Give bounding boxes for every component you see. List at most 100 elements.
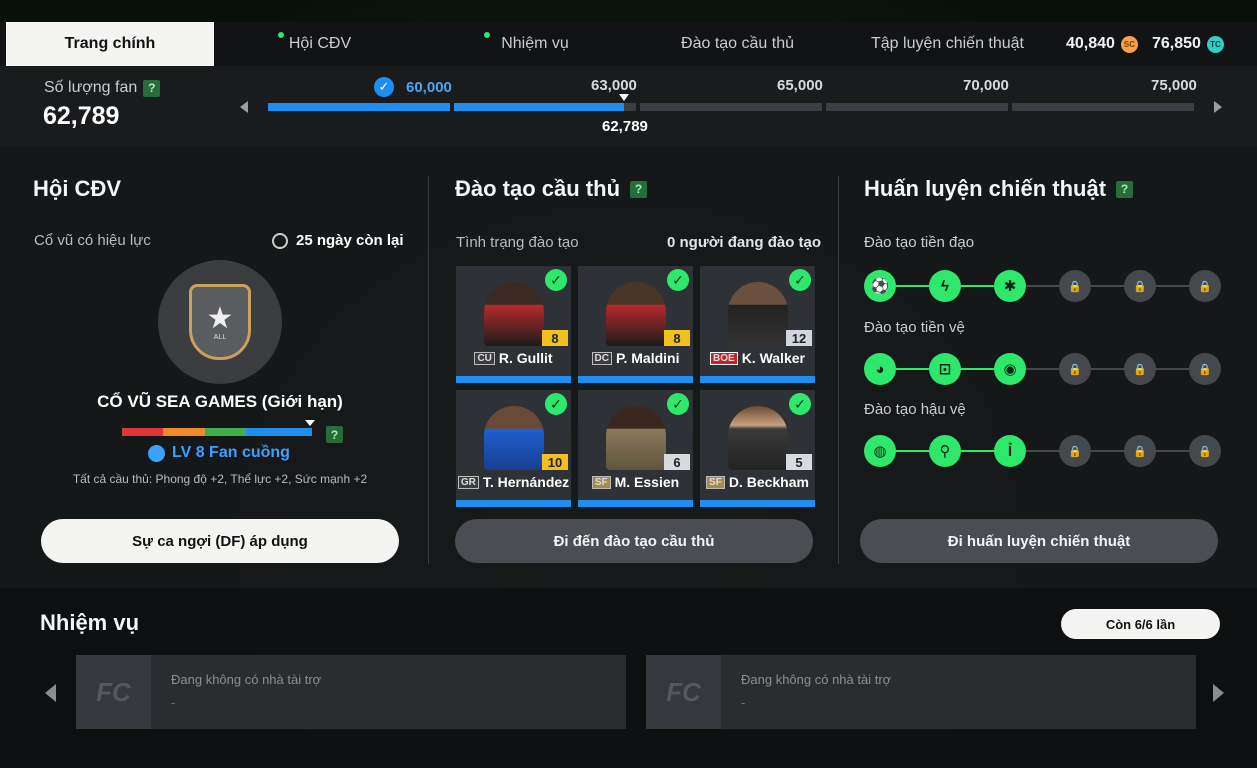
tactic-skill-icon[interactable]: ✱ bbox=[994, 270, 1026, 302]
currency-sc-value: 40,840 bbox=[1066, 35, 1115, 52]
tactic-connector bbox=[1026, 368, 1059, 370]
tactic-row-label: Đào tạo hậu vệ bbox=[864, 401, 966, 418]
player-name: M. Essien bbox=[614, 474, 680, 490]
missions-remaining-button[interactable]: Còn 6/6 lần bbox=[1061, 609, 1220, 639]
tactic-skill-icon[interactable]: ϟ bbox=[929, 270, 961, 302]
progress-segment bbox=[624, 103, 636, 111]
player-name: R. Gullit bbox=[498, 350, 553, 366]
currency-tc: 76,850 TC bbox=[1152, 22, 1224, 66]
help-icon[interactable]: ? bbox=[1116, 180, 1134, 198]
tactic-row-label: Đào tạo tiền đạo bbox=[864, 234, 975, 251]
chevron-left-icon[interactable] bbox=[45, 684, 56, 702]
currency-tc-value: 76,850 bbox=[1152, 35, 1201, 52]
apply-praise-button[interactable]: Sự ca ngợi (DF) áp dụng bbox=[41, 519, 399, 563]
tactic-skill-icon[interactable]: ◍ bbox=[864, 435, 896, 467]
star-shield-icon: ★ ALL bbox=[189, 284, 251, 360]
player-progress-bar bbox=[700, 500, 815, 507]
progress-segment bbox=[640, 103, 822, 111]
progress-segment bbox=[1012, 103, 1194, 111]
tactics-training-title: Huấn luyện chiến thuật ? bbox=[864, 176, 1134, 202]
milestone-1: ✓ 60,000 bbox=[374, 77, 452, 97]
tactic-connector bbox=[1091, 368, 1124, 370]
tactic-skill-icon[interactable]: ◕ bbox=[864, 353, 896, 385]
chevron-left-icon[interactable] bbox=[240, 101, 248, 113]
tactic-connector bbox=[1156, 285, 1189, 287]
player-card[interactable]: ✓ 10 GR T. Hernández bbox=[456, 390, 571, 507]
smile-icon bbox=[148, 444, 165, 462]
fan-count-label: Số lượng fan ? bbox=[44, 79, 161, 97]
lock-icon[interactable]: 🔒 bbox=[1059, 435, 1091, 467]
help-icon[interactable]: ? bbox=[630, 180, 648, 198]
player-progress-bar bbox=[578, 500, 693, 507]
tactic-connector bbox=[1026, 450, 1059, 452]
tab-missions[interactable]: Nhiệm vụ bbox=[480, 22, 590, 66]
player-training-title: Đào tạo cầu thủ ? bbox=[455, 176, 648, 202]
tab-tactics-training[interactable]: Tập luyện chiến thuật bbox=[860, 22, 1035, 66]
player-name-row: GR T. Hernández bbox=[456, 474, 571, 490]
tactic-skill-icon[interactable]: Ỉ bbox=[994, 435, 1026, 467]
lock-icon[interactable]: 🔒 bbox=[1124, 270, 1156, 302]
player-progress-bar bbox=[456, 500, 571, 507]
sponsor-card[interactable]: FC Đang không có nhà tài trợ - bbox=[646, 655, 1196, 729]
check-icon: ✓ bbox=[667, 269, 689, 291]
chevron-right-icon[interactable] bbox=[1213, 684, 1224, 702]
player-name-row: DC P. Maldini bbox=[578, 350, 693, 366]
player-progress-bar bbox=[578, 376, 693, 383]
player-level: 8 bbox=[542, 330, 568, 346]
help-icon[interactable]: ? bbox=[143, 79, 161, 97]
lock-icon[interactable]: 🔒 bbox=[1059, 270, 1091, 302]
tab-home[interactable]: Trang chính bbox=[6, 22, 214, 66]
tactic-skill-icon[interactable]: ⚽ bbox=[864, 270, 896, 302]
sponsor-subtitle: - bbox=[741, 695, 746, 710]
current-marker-icon bbox=[619, 94, 629, 101]
tab-player-training[interactable]: Đào tạo cầu thủ bbox=[670, 22, 805, 66]
player-level: 5 bbox=[786, 454, 812, 470]
position-badge: SF bbox=[591, 475, 611, 489]
tab-label: Nhiệm vụ bbox=[501, 35, 569, 52]
player-portrait bbox=[484, 406, 544, 470]
fan-progress-bar: Số lượng fan ? 62,789 ✓ 60,000 63,000 65… bbox=[0, 66, 1257, 146]
lock-icon[interactable]: 🔒 bbox=[1189, 353, 1221, 385]
lock-icon[interactable]: 🔒 bbox=[1059, 353, 1091, 385]
go-tactics-training-button[interactable]: Đi huấn luyện chiến thuật bbox=[860, 519, 1218, 563]
tactics-training-title-text: Huấn luyện chiến thuật bbox=[864, 176, 1107, 201]
player-name-row: SF M. Essien bbox=[578, 474, 693, 490]
sponsor-card[interactable]: FC Đang không có nhà tài trợ - bbox=[76, 655, 626, 729]
go-player-training-button[interactable]: Đi đến đào tạo cầu thủ bbox=[455, 519, 813, 563]
lock-icon[interactable]: 🔒 bbox=[1124, 435, 1156, 467]
tactic-connector bbox=[961, 450, 994, 452]
player-card[interactable]: ✓ 5 SF D. Beckham bbox=[700, 390, 815, 507]
cheer-active-label: Cổ vũ có hiệu lực bbox=[34, 232, 151, 249]
tactic-connector bbox=[961, 368, 994, 370]
tactic-connector bbox=[1026, 285, 1059, 287]
lock-icon[interactable]: 🔒 bbox=[1189, 435, 1221, 467]
player-card[interactable]: ✓ 8 CU R. Gullit bbox=[456, 266, 571, 383]
position-badge: CU bbox=[474, 351, 495, 365]
player-name: K. Walker bbox=[741, 350, 805, 366]
tab-fan-club[interactable]: Hội CĐV bbox=[270, 22, 370, 66]
player-card[interactable]: ✓ 12 BOE K. Walker bbox=[700, 266, 815, 383]
milestone-1-value: 60,000 bbox=[406, 78, 452, 96]
tactic-skill-icon[interactable]: ⚲ bbox=[929, 435, 961, 467]
progress-segment bbox=[268, 103, 450, 111]
fan-count-label-text: Số lượng fan bbox=[44, 79, 138, 96]
tactic-skill-icon[interactable]: ◉ bbox=[994, 353, 1026, 385]
lock-icon[interactable]: 🔒 bbox=[1189, 270, 1221, 302]
tactic-connector bbox=[1091, 450, 1124, 452]
player-name-row: CU R. Gullit bbox=[456, 350, 571, 366]
main-panel: Hội CĐV Cổ vũ có hiệu lực 25 ngày còn lạ… bbox=[0, 146, 1257, 588]
divider bbox=[428, 176, 429, 564]
lock-icon[interactable]: 🔒 bbox=[1124, 353, 1156, 385]
fan-level-bar bbox=[122, 428, 312, 436]
player-card[interactable]: ✓ 8 DC P. Maldini bbox=[578, 266, 693, 383]
help-icon[interactable]: ? bbox=[326, 426, 343, 443]
player-card[interactable]: ✓ 6 SF M. Essien bbox=[578, 390, 693, 507]
tactic-row-label: Đào tạo tiền vệ bbox=[864, 319, 965, 336]
tactic-skill-icon[interactable]: ⊡ bbox=[929, 353, 961, 385]
tactic-connector bbox=[896, 285, 929, 287]
check-icon: ✓ bbox=[789, 393, 811, 415]
milestone-3: 65,000 bbox=[777, 77, 823, 94]
tc-coin-icon: TC bbox=[1206, 35, 1224, 53]
missions-section: Nhiệm vụ Còn 6/6 lần FC Đang không có nh… bbox=[0, 588, 1257, 768]
chevron-right-icon[interactable] bbox=[1214, 101, 1222, 113]
